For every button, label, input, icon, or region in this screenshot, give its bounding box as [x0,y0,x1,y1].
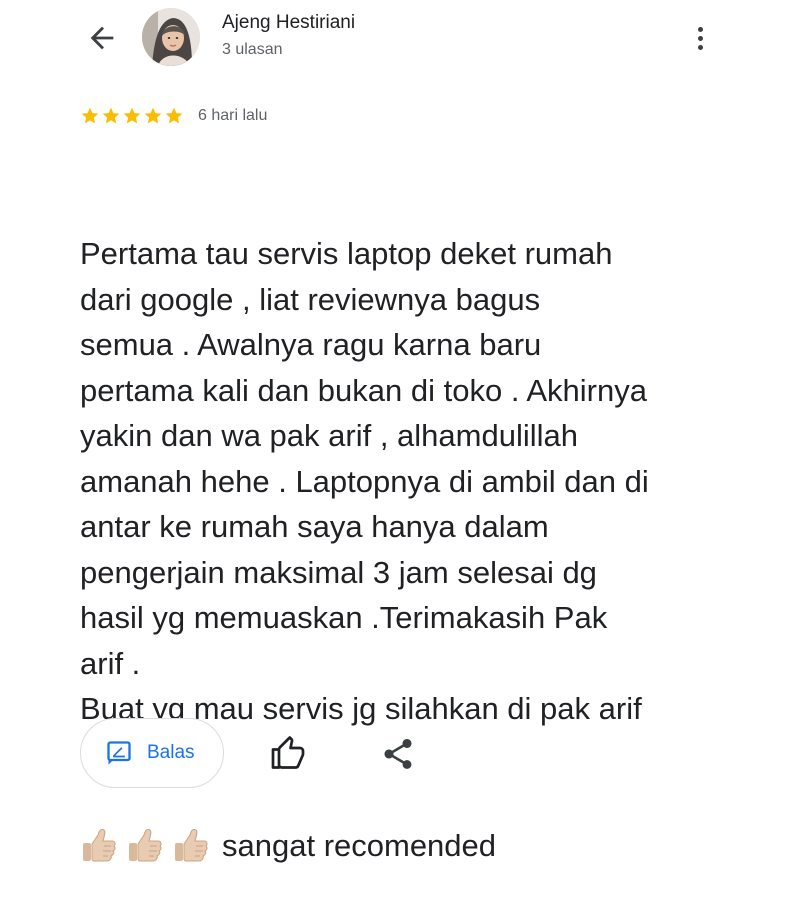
more-vert-icon [697,26,703,32]
thumbs-up-emoji [172,825,210,865]
rating-row: 6 hari lalu [80,104,267,128]
thumbs-up-emoji [80,825,118,865]
review-last-text: sangat recomended [222,827,497,863]
review-line: pertama kali dan bukan di toko . Akhirny… [80,372,647,408]
review-last-line: sangat recomended [80,823,740,869]
thumbs-emoji-group [80,825,218,865]
review-line: arif . [80,645,141,681]
star-rating [80,106,184,126]
review-line: semua . Awalnya ragu karna baru [80,327,542,362]
back-button[interactable] [82,18,122,58]
thumbs-up-emoji [126,825,164,865]
share-icon [384,739,412,769]
reviewer-name[interactable]: Ajeng Hestiriani [222,12,355,34]
review-actions: Balas [80,718,740,790]
star-icon [80,106,100,126]
thumb-up-icon [271,736,305,769]
reply-button[interactable]: Balas [80,718,224,788]
more-options-button[interactable] [684,18,716,58]
review-line: hasil yg memuaskan .Terimakasih Pak [80,600,608,635]
review-line: yakin dan wa pak arif , alhamdulillah [80,418,578,453]
avatar[interactable] [142,8,200,66]
review-header: Ajeng Hestiriani 3 ulasan [0,0,800,80]
reply-label: Balas [147,742,195,763]
star-icon [101,106,121,126]
review-line: antar ke rumah saya hanya dalam [80,509,549,544]
review-text: Pertama tau servis laptop deket rumah dar… [80,140,740,914]
share-button[interactable] [380,736,416,772]
like-button[interactable] [270,736,306,772]
reviewer-review-count: 3 ulasan [222,41,283,58]
review-line: pengerjain maksimal 3 jam selesai dg [80,554,597,590]
reply-edit-icon [107,741,131,765]
arrow-back-icon [90,26,114,50]
avatar-image [142,8,200,66]
review-line: dari google , liat reviewnya bagus [80,281,541,317]
star-icon [122,106,142,126]
review-line: amanah hehe . Laptopnya di ambil dan di [80,463,649,499]
star-icon [143,106,163,126]
star-icon [164,106,184,126]
review-line: Pertama tau servis laptop deket rumah [80,236,613,271]
review-time: 6 hari lalu [198,107,268,124]
